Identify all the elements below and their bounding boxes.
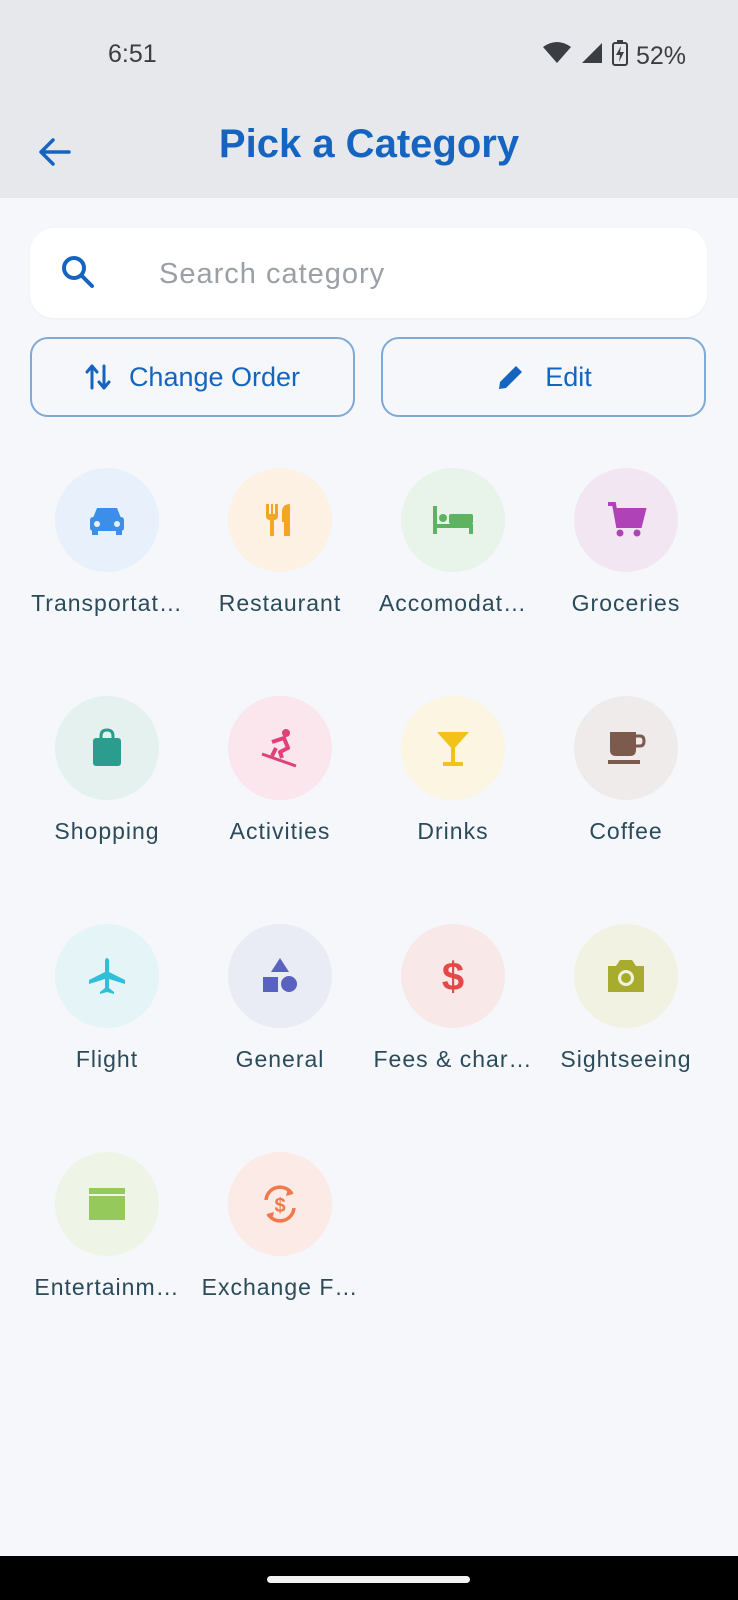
category-label: General bbox=[235, 1046, 325, 1072]
pencil-icon bbox=[499, 366, 523, 389]
category-icon-circle bbox=[574, 696, 678, 800]
clapperboard-icon bbox=[85, 1184, 129, 1224]
category-label: Fees & char… bbox=[373, 1046, 533, 1072]
car-icon bbox=[85, 498, 129, 542]
search-box[interactable] bbox=[30, 228, 707, 318]
category-item[interactable]: Shopping bbox=[22, 696, 192, 896]
category-icon-circle bbox=[55, 1152, 159, 1256]
svg-text:$: $ bbox=[442, 955, 464, 998]
category-item[interactable]: Transportat… bbox=[22, 468, 192, 668]
shapes-icon bbox=[258, 954, 302, 998]
category-item[interactable]: Groceries bbox=[541, 468, 711, 668]
search-input[interactable] bbox=[157, 248, 681, 300]
category-label: Coffee bbox=[589, 818, 663, 844]
search-icon bbox=[58, 252, 98, 297]
category-item[interactable]: $ Fees & char… bbox=[368, 924, 538, 1124]
edit-label: Edit bbox=[545, 361, 592, 392]
change-order-button[interactable]: Change Order bbox=[30, 337, 355, 417]
category-item[interactable]: Activities bbox=[195, 696, 365, 896]
category-label: Entertainm… bbox=[34, 1274, 180, 1300]
swap-vertical-icon bbox=[85, 364, 111, 390]
skiing-icon bbox=[258, 726, 302, 770]
status-bar: 6:51 52% bbox=[0, 0, 738, 112]
battery-icon bbox=[611, 40, 628, 73]
page-title: Pick a Category bbox=[218, 122, 520, 166]
cell-signal-icon bbox=[580, 41, 604, 72]
currency-exchange-icon: $ bbox=[258, 1182, 302, 1226]
category-label: Transportat… bbox=[31, 590, 183, 616]
dollar-icon: $ bbox=[435, 954, 471, 998]
camera-icon bbox=[604, 956, 648, 996]
fork-knife-icon bbox=[258, 498, 302, 542]
cart-icon bbox=[604, 498, 648, 542]
status-indicators: 52% bbox=[542, 40, 686, 73]
status-time: 6:51 bbox=[108, 40, 157, 68]
category-item[interactable]: Sightseeing bbox=[541, 924, 711, 1124]
category-label: Accomodat… bbox=[378, 590, 528, 616]
category-icon-circle bbox=[55, 468, 159, 572]
category-icon-circle bbox=[228, 696, 332, 800]
category-item[interactable]: Flight bbox=[22, 924, 192, 1124]
category-icon-circle: $ bbox=[401, 924, 505, 1028]
category-label: Shopping bbox=[54, 818, 160, 844]
category-icon-circle bbox=[55, 696, 159, 800]
category-icon-circle bbox=[401, 696, 505, 800]
wifi-icon bbox=[542, 41, 572, 72]
category-item[interactable]: Accomodat… bbox=[368, 468, 538, 668]
category-label: Drinks bbox=[417, 818, 489, 844]
category-item[interactable]: Entertainm… bbox=[22, 1152, 192, 1352]
category-label: Sightseeing bbox=[560, 1046, 692, 1072]
cocktail-icon bbox=[433, 726, 473, 770]
category-item[interactable]: General bbox=[195, 924, 365, 1124]
category-label: Flight bbox=[75, 1046, 139, 1072]
coffee-cup-icon bbox=[604, 726, 648, 770]
change-order-label: Change Order bbox=[128, 361, 301, 392]
category-icon-circle bbox=[574, 924, 678, 1028]
airplane-icon bbox=[85, 954, 129, 998]
category-item[interactable]: Coffee bbox=[541, 696, 711, 896]
home-indicator[interactable] bbox=[267, 1576, 470, 1583]
bed-icon bbox=[429, 500, 477, 540]
system-nav-bar bbox=[0, 1556, 738, 1600]
app-bar: Pick a Category bbox=[0, 112, 738, 198]
category-label: Activities bbox=[229, 818, 331, 844]
category-item[interactable]: Restaurant bbox=[195, 468, 365, 668]
category-label: Restaurant bbox=[218, 590, 342, 616]
category-item[interactable]: Drinks bbox=[368, 696, 538, 896]
category-icon-circle bbox=[228, 924, 332, 1028]
category-icon-circle bbox=[574, 468, 678, 572]
shopping-bag-icon bbox=[87, 726, 127, 770]
category-label: Groceries bbox=[571, 590, 681, 616]
category-icon-circle bbox=[228, 468, 332, 572]
category-item[interactable]: $ Exchange F… bbox=[195, 1152, 365, 1352]
category-icon-circle bbox=[401, 468, 505, 572]
edit-button[interactable]: Edit bbox=[381, 337, 706, 417]
category-icon-circle bbox=[55, 924, 159, 1028]
category-icon-circle: $ bbox=[228, 1152, 332, 1256]
action-buttons: Change Order Edit bbox=[30, 337, 707, 421]
battery-percent: 52% bbox=[635, 42, 686, 70]
svg-text:$: $ bbox=[274, 1195, 285, 1217]
category-label: Exchange F… bbox=[201, 1274, 359, 1300]
